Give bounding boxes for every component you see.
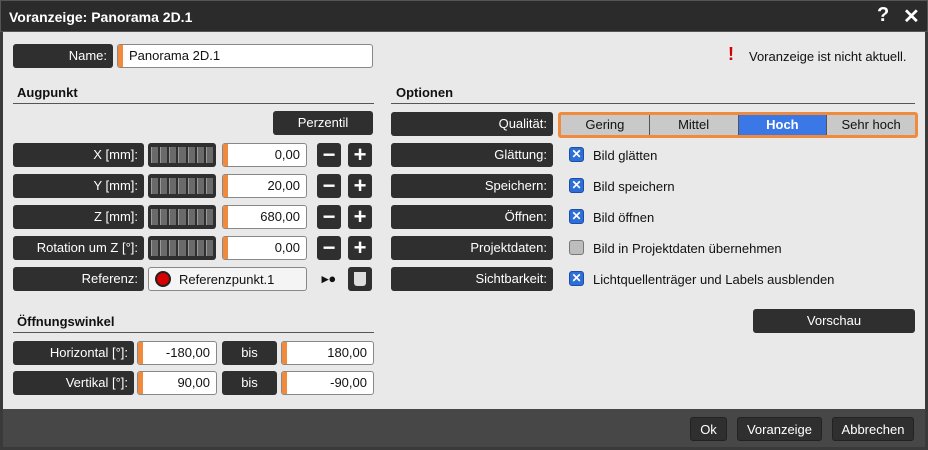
y-slider[interactable]: [148, 174, 216, 198]
z-input[interactable]: 680,00: [222, 205, 307, 229]
sichtbarkeit-label: Sichtbarkeit:: [391, 267, 553, 291]
referenz-value: Referenzpunkt.1: [179, 272, 275, 287]
close-icon[interactable]: ✕: [903, 4, 920, 29]
z-plus-button[interactable]: +: [348, 205, 372, 229]
z-minus-button[interactable]: −: [317, 205, 341, 229]
window-title: Voranzeige: Panorama 2D.1: [9, 9, 193, 25]
speichern-label: Speichern:: [391, 174, 553, 198]
horizontal-to-input[interactable]: 180,00: [281, 341, 374, 365]
referenz-field[interactable]: Referenzpunkt.1: [148, 267, 307, 291]
qualitaet-option-mittel[interactable]: Mittel: [649, 115, 739, 135]
y-label: Y [mm]:: [13, 174, 144, 198]
glaettung-text: Bild glätten: [593, 148, 658, 163]
x-slider[interactable]: [148, 143, 216, 167]
x-input[interactable]: 0,00: [222, 143, 307, 167]
y-plus-button[interactable]: +: [348, 174, 372, 198]
vorschau-button[interactable]: Vorschau: [753, 309, 915, 333]
y-minus-button[interactable]: −: [317, 174, 341, 198]
help-icon[interactable]: ?: [877, 4, 889, 27]
qualitaet-label: Qualität:: [391, 112, 553, 136]
vertikal-to-input[interactable]: -90,00: [281, 371, 374, 395]
rotation-minus-button[interactable]: −: [317, 236, 341, 260]
speichern-checkbox[interactable]: ✕: [569, 178, 584, 193]
horizontal-label: Horizontal [°]:: [13, 341, 134, 365]
perzentil-button[interactable]: Perzentil: [273, 111, 373, 135]
y-input[interactable]: 20,00: [222, 174, 307, 198]
rotation-slider[interactable]: [148, 236, 216, 260]
projektdaten-checkbox[interactable]: [569, 240, 584, 255]
voranzeige-button[interactable]: Voranzeige: [737, 417, 822, 441]
oeffnungswinkel-heading: Öffnungswinkel: [17, 314, 115, 329]
target-icon: [155, 271, 171, 287]
vertikal-label: Vertikal [°]:: [13, 371, 134, 395]
horizontal-from-input[interactable]: -180,00: [137, 341, 217, 365]
oeffnen-text: Bild öffnen: [593, 210, 655, 225]
augpunkt-heading: Augpunkt: [17, 85, 78, 100]
referenz-label: Referenz:: [13, 267, 144, 291]
oeffnungswinkel-rule: [13, 332, 374, 333]
sichtbarkeit-text: Lichtquellenträger und Labels ausblenden: [593, 272, 835, 287]
qualitaet-segmented-control[interactable]: Gering Mittel Hoch Sehr hoch: [558, 112, 918, 138]
speichern-text: Bild speichern: [593, 179, 675, 194]
rotation-plus-button[interactable]: +: [348, 236, 372, 260]
dialog-content: Name: Panorama 2D.1 ! Voranzeige ist nic…: [3, 32, 925, 409]
projektdaten-text: Bild in Projektdaten übernehmen: [593, 241, 782, 256]
qualitaet-option-gering[interactable]: Gering: [561, 115, 650, 135]
augpunkt-rule: [13, 103, 374, 104]
vertikal-bis-label: bis: [222, 371, 277, 395]
rotation-input[interactable]: 0,00: [222, 236, 307, 260]
name-label: Name:: [13, 44, 113, 68]
optionen-heading: Optionen: [396, 85, 454, 100]
qualitaet-option-hoch[interactable]: Hoch: [738, 115, 828, 135]
horizontal-bis-label: bis: [222, 341, 277, 365]
z-label: Z [mm]:: [13, 205, 144, 229]
warning-text: Voranzeige ist nicht aktuell.: [749, 49, 907, 64]
abbrechen-button[interactable]: Abbrechen: [832, 417, 914, 441]
glaettung-checkbox[interactable]: ✕: [569, 147, 584, 162]
vertikal-from-input[interactable]: 90,00: [137, 371, 217, 395]
oeffnen-label: Öffnen:: [391, 205, 553, 229]
warning-icon: !: [728, 44, 734, 64]
trash-icon[interactable]: [348, 267, 372, 291]
pick-point-icon[interactable]: ▸●: [317, 267, 341, 291]
projektdaten-label: Projektdaten:: [391, 236, 553, 260]
oeffnen-checkbox[interactable]: ✕: [569, 209, 584, 224]
rotation-label: Rotation um Z [°]:: [13, 236, 144, 260]
qualitaet-option-sehr-hoch[interactable]: Sehr hoch: [827, 115, 915, 135]
footer-bar: Ok Voranzeige Abbrechen: [3, 409, 925, 447]
optionen-rule: [391, 103, 915, 104]
title-bar: Voranzeige: Panorama 2D.1 ? ✕: [0, 0, 928, 32]
x-plus-button[interactable]: +: [348, 143, 372, 167]
x-minus-button[interactable]: −: [317, 143, 341, 167]
name-input[interactable]: Panorama 2D.1: [117, 44, 373, 68]
glaettung-label: Glättung:: [391, 143, 553, 167]
z-slider[interactable]: [148, 205, 216, 229]
x-label: X [mm]:: [13, 143, 144, 167]
ok-button[interactable]: Ok: [690, 417, 727, 441]
sichtbarkeit-checkbox[interactable]: ✕: [569, 271, 584, 286]
